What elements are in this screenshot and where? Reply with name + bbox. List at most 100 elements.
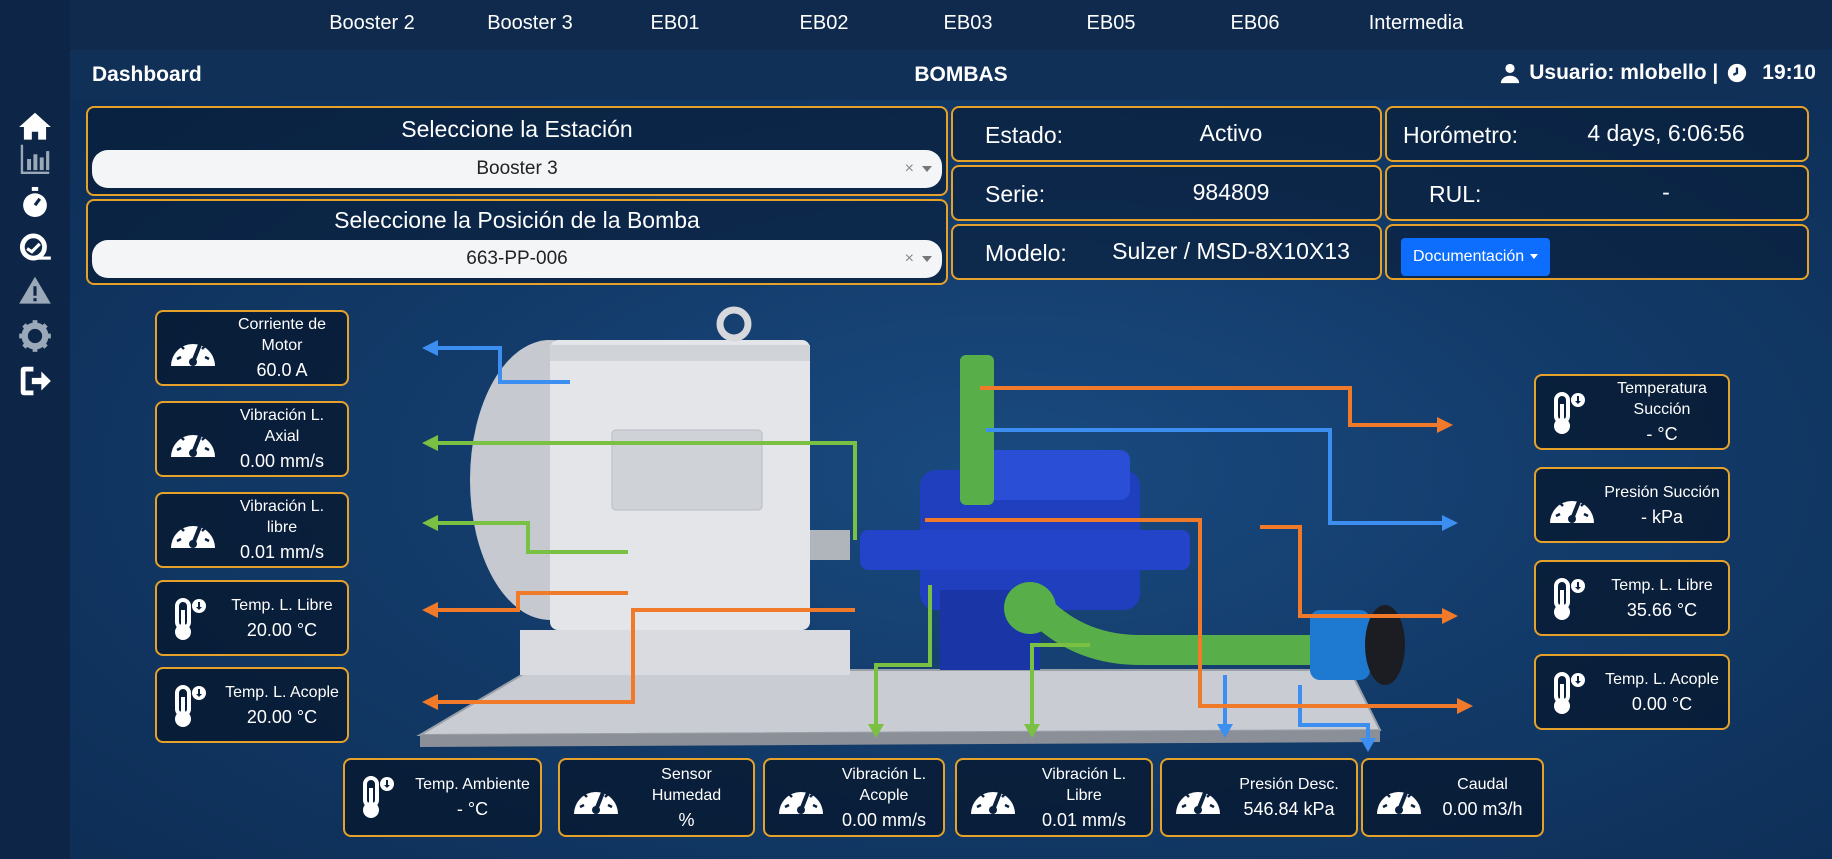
logout-icon[interactable] [16, 362, 54, 400]
gauge-icon [1172, 774, 1224, 820]
sensor-label: Temp. L. Libre [1611, 576, 1713, 594]
gauge-icon [167, 417, 219, 463]
tab-eb06[interactable]: EB06 [1231, 12, 1280, 35]
clock-time: 19:10 [1762, 61, 1816, 84]
tab-eb05[interactable]: EB05 [1087, 12, 1136, 35]
stopwatch-icon[interactable] [16, 183, 54, 221]
user-info: Usuario: mlobello | 19:10 [1499, 61, 1816, 85]
sensor-card-corriente-motor: Corriente de Motor 60.0 A [155, 310, 349, 386]
rul-label: RUL: [1429, 181, 1482, 207]
horometro-label: Horómetro: [1403, 122, 1519, 148]
station-value: Booster 3 [476, 158, 558, 179]
sensor-label: Presión Desc. [1239, 776, 1339, 793]
serie-panel: Serie: 984809 [951, 165, 1382, 221]
station-tabs: Booster 2 Booster 3 EB01 EB02 EB03 EB05 … [70, 0, 1832, 50]
thermometer-icon [1546, 576, 1598, 622]
serie-value: 984809 [1192, 179, 1270, 205]
sensor-value: 35.66 °C [1626, 599, 1698, 620]
documentation-label: Documentación [1413, 248, 1525, 265]
sensor-card-vibracion-libre: Vibración L. libre 0.01 mm/s [155, 492, 349, 568]
rul-panel: RUL: - [1385, 165, 1809, 221]
chevron-down-icon[interactable] [922, 256, 932, 262]
gauge-icon [775, 774, 827, 820]
sensor-label: Caudal [1457, 776, 1508, 793]
sensor-label: Vibración L. Acople [841, 765, 927, 804]
sensor-card-presion-succion: Presión Succión - kPa [1534, 467, 1730, 543]
pump-label: Seleccione la Posición de la Bomba [334, 207, 700, 233]
sensor-label: Temp. L. Acople [225, 683, 339, 701]
sensor-value: 20.00 °C [246, 619, 318, 640]
sensor-card-vibracion-libre-pump: Vibración L. Libre 0.01 mm/s [955, 758, 1153, 837]
sensor-card-temp-libre: Temp. L. Libre 20.00 °C [155, 580, 349, 656]
tab-intermedia[interactable]: Intermedia [1369, 12, 1464, 35]
station-label: Seleccione la Estación [401, 116, 633, 142]
station-panel: Seleccione la Estación Booster 3 × [86, 106, 948, 196]
sensor-card-temp-ambiente: Temp. Ambiente - °C [343, 758, 542, 837]
sensor-label: Vibración L. libre [239, 498, 325, 536]
user-name: Usuario: mlobello | [1529, 61, 1719, 84]
clear-icon[interactable]: × [905, 240, 914, 278]
sensor-value: 0.00 mm/s [841, 809, 927, 830]
horometro-panel: Horómetro: 4 days, 6:06:56 [1385, 106, 1809, 162]
sensor-label: Sensor Humedad [651, 765, 722, 804]
sensor-value: - kPa [1640, 506, 1683, 527]
sensor-card-vibracion-axial: Vibración L. Axial 0.00 mm/s [155, 401, 349, 477]
thermometer-icon [1546, 670, 1598, 716]
estado-label: Estado: [985, 122, 1063, 148]
sensor-value: 0.00 °C [1631, 693, 1693, 714]
header-bar: Dashboard BOMBAS Usuario: mlobello | 19:… [70, 50, 1832, 100]
sensor-card-temp-acople-pump: Temp. L. Acople 0.00 °C [1534, 654, 1730, 730]
pump-value: 663-PP-006 [466, 248, 568, 269]
gauge-icon [967, 774, 1019, 820]
sensor-card-vibracion-acople: Vibración L. Acople 0.00 mm/s [763, 758, 945, 837]
tab-eb02[interactable]: EB02 [800, 12, 849, 35]
sensor-label: Presión Succión [1604, 483, 1720, 501]
gauge-icon [1373, 774, 1425, 820]
sensor-label: Temp. L. Libre [231, 596, 333, 614]
sensor-label: Corriente de Motor [237, 316, 327, 354]
gauge-icon [1546, 483, 1598, 529]
thermometer-icon [167, 596, 219, 642]
serie-label: Serie: [985, 181, 1046, 207]
gauge-search-icon[interactable] [16, 228, 54, 266]
clear-icon[interactable]: × [905, 150, 914, 188]
gauge-icon [167, 508, 219, 554]
sensor-card-caudal: Caudal 0.00 m3/h [1361, 758, 1544, 837]
thermometer-icon [167, 683, 219, 729]
tab-eb03[interactable]: EB03 [944, 12, 993, 35]
tab-eb01[interactable]: EB01 [651, 12, 700, 35]
sensor-card-temp-acople: Temp. L. Acople 20.00 °C [155, 667, 349, 743]
sensor-value: 0.01 mm/s [239, 542, 325, 562]
clock-icon [1728, 63, 1747, 83]
chart-icon[interactable] [16, 140, 54, 178]
section-title: BOMBAS [914, 63, 1008, 86]
sensor-label: Temp. L. Acople [1605, 670, 1719, 688]
pump-select[interactable]: 663-PP-006 × [92, 240, 942, 278]
caret-down-icon [1530, 254, 1539, 260]
estado-panel: Estado: Activo [951, 106, 1382, 162]
sensor-label: Vibración L. Libre [1041, 765, 1127, 804]
warning-icon[interactable] [16, 272, 54, 310]
sensor-value: 546.84 kPa [1243, 799, 1335, 819]
sensor-card-presion-desc: Presión Desc. 546.84 kPa [1160, 758, 1358, 837]
sensor-value: 0.00 m3/h [1442, 799, 1523, 819]
tab-booster-3[interactable]: Booster 3 [487, 12, 573, 35]
page-title[interactable]: Dashboard [92, 63, 202, 87]
modelo-panel: Modelo: Sulzer / MSD-8X10X13 [951, 224, 1382, 280]
sensor-label: Vibración L. Axial [239, 407, 325, 445]
sensor-value: % [678, 809, 695, 830]
gear-icon[interactable] [16, 317, 54, 355]
sensor-card-humedad: Sensor Humedad% [558, 758, 755, 837]
tab-booster-2[interactable]: Booster 2 [329, 12, 415, 35]
station-select[interactable]: Booster 3 × [92, 150, 942, 188]
sensor-label: Temperatura Succión [1617, 380, 1707, 418]
horometro-value: 4 days, 6:06:56 [1587, 120, 1745, 146]
sensor-card-temp-libre-pump: Temp. L. Libre 35.66 °C [1534, 560, 1730, 636]
modelo-value: Sulzer / MSD-8X10X13 [1112, 238, 1350, 264]
chevron-down-icon[interactable] [922, 166, 932, 172]
modelo-label: Modelo: [985, 240, 1067, 266]
user-icon [1501, 63, 1520, 84]
documentation-button[interactable]: Documentación [1401, 238, 1551, 276]
gauge-icon [570, 774, 622, 820]
sensor-value: 0.01 mm/s [1041, 809, 1127, 830]
